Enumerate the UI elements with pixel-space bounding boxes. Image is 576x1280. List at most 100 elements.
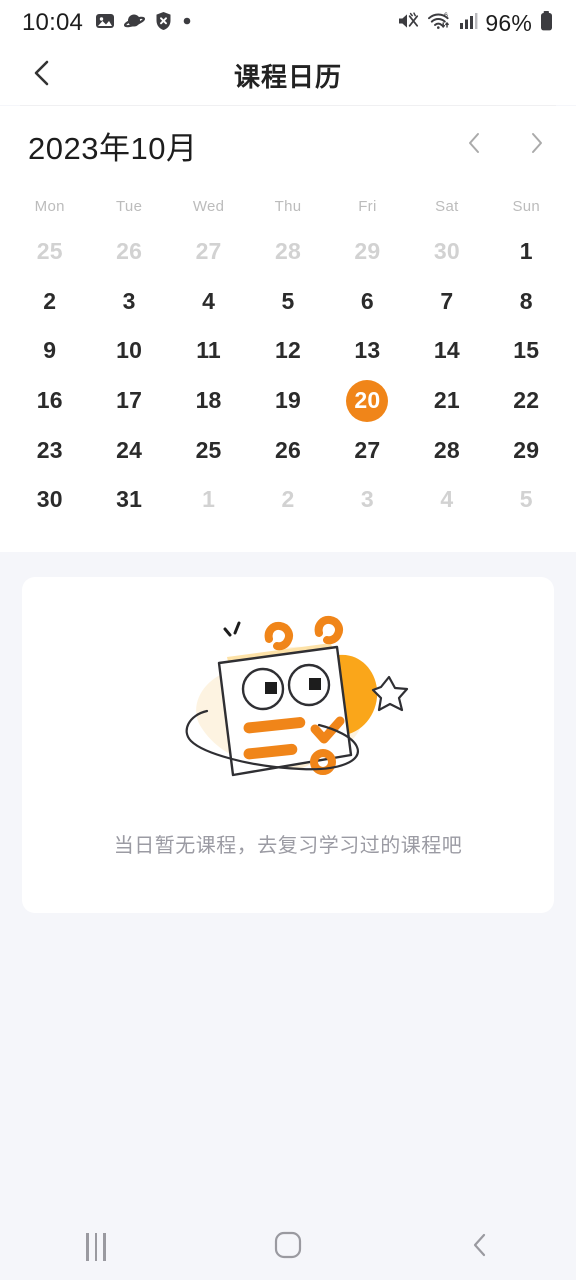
calendar-day-cell[interactable]: 11 [169,326,248,376]
calendar-day-cell[interactable]: 5 [248,277,327,327]
calendar-day-label: 29 [354,238,381,265]
calendar-day-cell[interactable]: 18 [169,376,248,426]
calendar-day-cell[interactable]: 26 [248,425,327,475]
calendar-day-cell[interactable]: 19 [248,376,327,426]
calendar-day-label: 27 [354,436,381,463]
calendar-weekday-row: Mon Tue Wed Thu Fri Sat Sun [0,198,576,215]
calendar-day-cell[interactable]: 4 [169,277,248,327]
calendar-day-cell[interactable]: 6 [328,277,407,327]
calendar-day-cell[interactable]: 3 [328,475,407,525]
back-icon [467,1230,493,1265]
status-time: 10:04 [22,9,84,36]
calendar-day-label: 8 [519,287,533,314]
calendar-day-label: 18 [195,387,222,414]
calendar-day-label: 6 [360,287,374,314]
calendar-day-label: 27 [195,238,222,265]
calendar-day-cell[interactable]: 23 [10,425,89,475]
calendar-day-label: 11 [196,337,221,364]
calendar-day-cell[interactable]: 2 [248,475,327,525]
wifi-6-icon: 6 [427,11,452,36]
calendar-month-label: 2023年10月 [28,130,198,166]
calendar-day-cell[interactable]: 14 [407,326,486,376]
next-month-button[interactable] [518,123,554,167]
calendar-day-cell[interactable]: 7 [407,277,486,327]
nav-home-button[interactable] [243,1214,333,1280]
calendar-day-label: 1 [519,238,533,265]
header-back-button[interactable] [18,46,66,105]
calendar-day-label: 3 [360,486,374,513]
calendar-day-cell[interactable]: 10 [89,326,168,376]
calendar-day-cell[interactable]: 1 [487,227,566,277]
calendar-weekday: Sat [435,198,459,215]
calendar-day-cell[interactable]: 17 [89,376,168,426]
calendar-day-cell[interactable]: 25 [169,425,248,475]
calendar-day-cell[interactable]: 21 [407,376,486,426]
calendar-day-label: 3 [122,287,136,314]
calendar-day-label: 1 [202,486,216,513]
calendar-day-cell[interactable]: 24 [89,425,168,475]
calendar-day-label: 5 [519,486,533,513]
calendar-day-label: 14 [433,337,460,364]
calendar-day-label: 28 [433,436,460,463]
calendar-day-cell[interactable]: 26 [89,227,168,277]
cellular-signal-icon [459,11,478,36]
calendar-day-selected: 20 [346,379,389,422]
calendar-day-cell[interactable]: 20 [328,376,407,426]
shield-x-icon [154,11,173,36]
calendar-day-cell[interactable]: 9 [10,326,89,376]
svg-text:6: 6 [444,12,448,19]
calendar-nav-group [456,106,554,184]
calendar-weekday: Mon [34,198,65,215]
calendar-day-cell[interactable]: 2 [10,277,89,327]
calendar-day-cell[interactable]: 29 [328,227,407,277]
calendar-day-label: 9 [43,337,57,364]
calendar-day-cell[interactable]: 5 [487,475,566,525]
nav-recents-button[interactable] [51,1214,141,1280]
calendar-day-cell[interactable]: 25 [10,227,89,277]
recents-icon [86,1233,106,1261]
calendar-day-cell[interactable]: 30 [407,227,486,277]
calendar-day-label: 7 [440,287,454,314]
app-screen: 10:04 6 96% 课程日历 2023年10月 Mon Tue Wed Th… [0,0,576,1280]
calendar-weekday: Wed [192,198,225,215]
nav-back-button[interactable] [435,1214,525,1280]
calendar-day-label: 13 [354,337,381,364]
calendar-day-label: 12 [274,337,301,364]
calendar-day-label: 22 [513,387,540,414]
calendar-header: 2023年10月 [0,106,576,184]
calendar-day-label: 30 [36,486,63,513]
calendar-day-cell[interactable]: 29 [487,425,566,475]
mute-vibrate-icon [397,11,420,36]
calendar-weekday: Fri [358,198,377,215]
empty-state-card: 当日暂无课程，去复习学习过的课程吧 [22,577,554,913]
calendar-day-cell[interactable]: 4 [407,475,486,525]
calendar-day-cell[interactable]: 30 [10,475,89,525]
calendar-day-label: 17 [116,387,143,414]
calendar-day-cell[interactable]: 27 [328,425,407,475]
calendar-day-cell[interactable]: 13 [328,326,407,376]
battery-percent: 96% [485,9,532,36]
page-title: 课程日历 [233,62,342,92]
calendar-day-cell[interactable]: 22 [487,376,566,426]
calendar-weekday: Tue [116,198,143,215]
calendar-day-cell[interactable]: 3 [89,277,168,327]
calendar-day-cell[interactable]: 27 [169,227,248,277]
calendar-day-label: 15 [513,337,540,364]
calendar-day-cell[interactable]: 15 [487,326,566,376]
calendar-character-illustration [143,599,433,824]
calendar-day-cell[interactable]: 28 [407,425,486,475]
calendar-weekday: Thu [274,198,302,215]
calendar-day-label: 21 [433,387,460,414]
calendar-day-cell[interactable]: 12 [248,326,327,376]
home-icon [273,1230,303,1265]
calendar-day-label: 25 [195,436,222,463]
calendar-day-label: 30 [433,238,460,265]
prev-month-button[interactable] [456,123,492,167]
calendar-day-cell[interactable]: 1 [169,475,248,525]
chevron-left-icon [465,131,484,160]
app-header: 课程日历 [0,46,576,105]
calendar-day-cell[interactable]: 16 [10,376,89,426]
calendar-day-cell[interactable]: 28 [248,227,327,277]
calendar-day-cell[interactable]: 8 [487,277,566,327]
calendar-day-cell[interactable]: 31 [89,475,168,525]
